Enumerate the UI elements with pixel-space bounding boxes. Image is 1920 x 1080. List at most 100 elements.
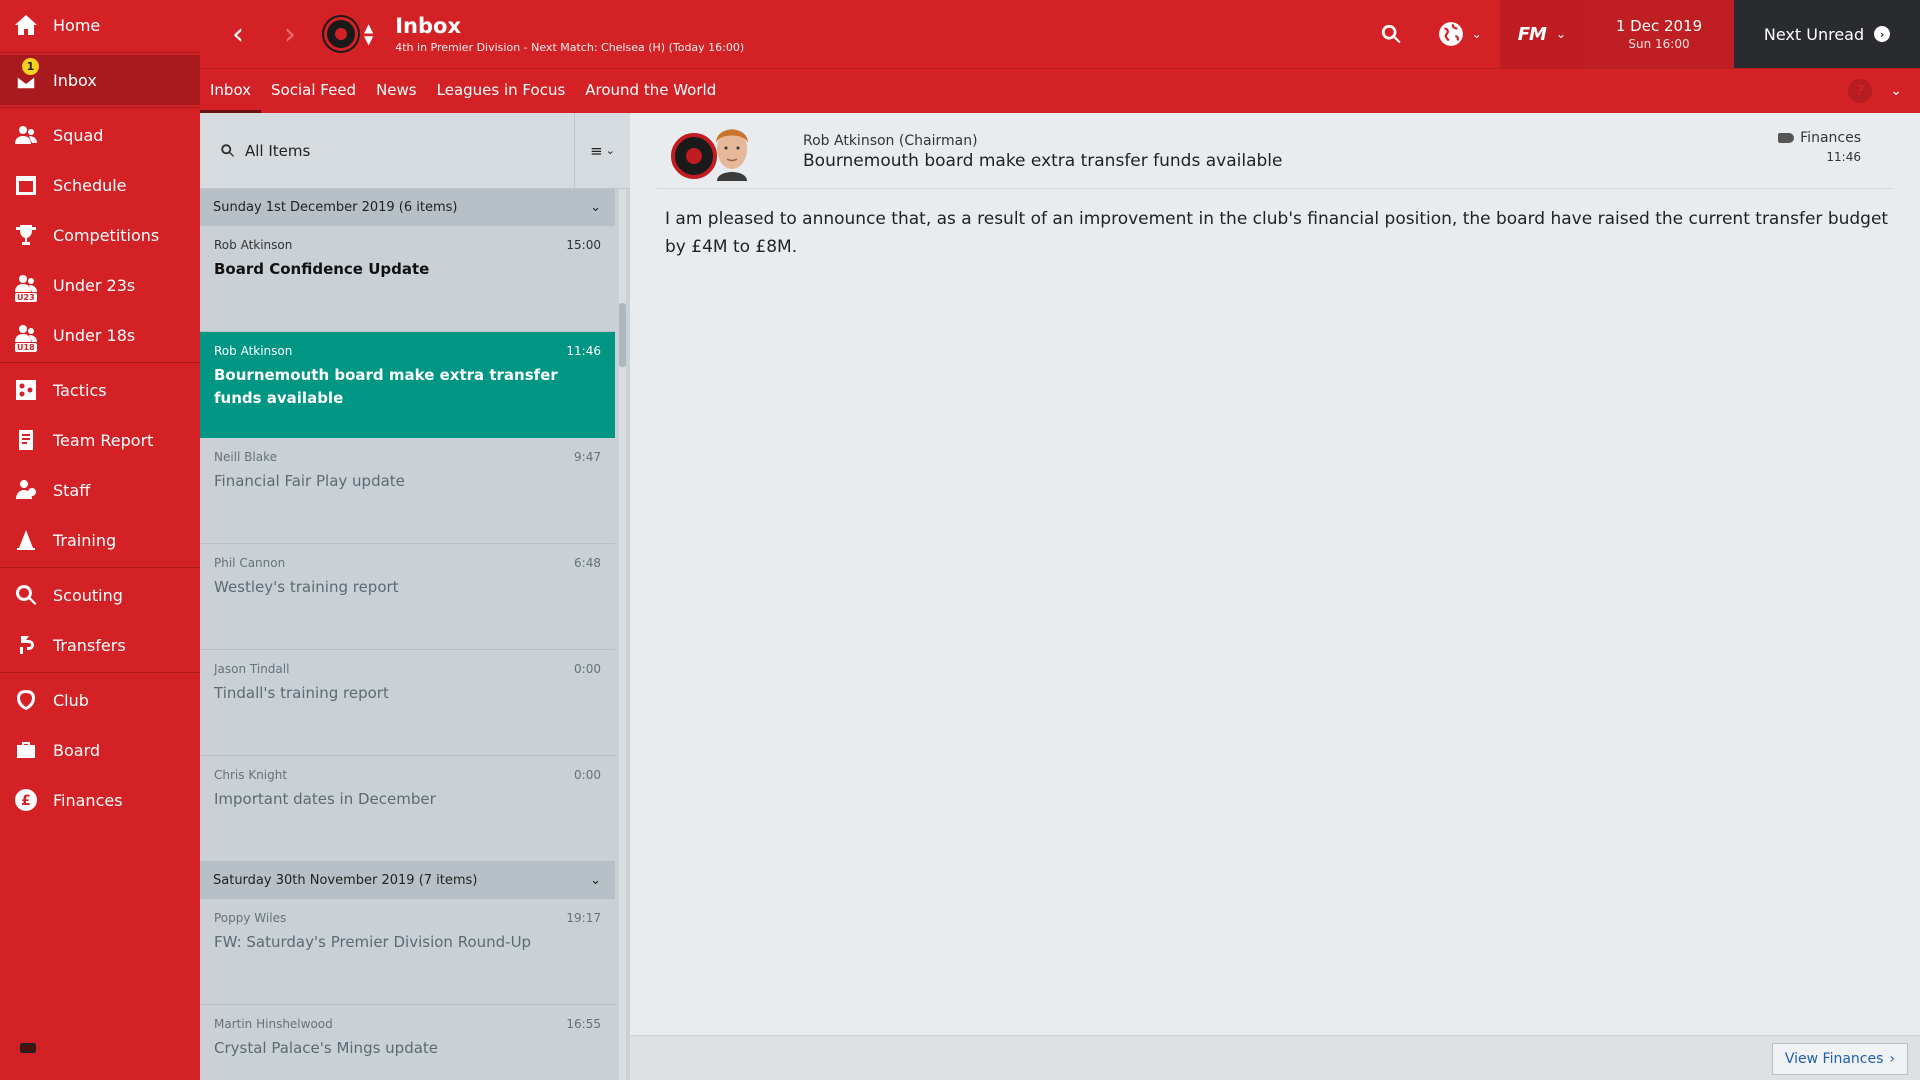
sidebar-item-club[interactable]: Club bbox=[0, 675, 200, 725]
u23-tag: U23 bbox=[15, 293, 37, 302]
sidebar-item-label: Schedule bbox=[53, 175, 127, 195]
help-icon[interactable]: ? bbox=[1848, 79, 1873, 103]
tab-news[interactable]: News bbox=[366, 69, 427, 113]
divider bbox=[0, 567, 200, 568]
list-item-selected[interactable]: Rob Atkinson 11:46 Bournemouth board make… bbox=[200, 332, 615, 438]
tab-around-the-world[interactable]: Around the World bbox=[575, 69, 726, 113]
message-subject: Tindall's training report bbox=[214, 684, 389, 702]
sidebar-item-scouting[interactable]: Scouting bbox=[0, 570, 200, 620]
fm-menu-button[interactable]: FM ⌄ bbox=[1499, 0, 1584, 68]
tactics-icon bbox=[12, 376, 40, 404]
list-item[interactable]: Chris Knight 0:00 Important dates in Dece… bbox=[200, 756, 615, 862]
sidebar-item-squad[interactable]: Squad bbox=[0, 110, 200, 160]
date-group-header[interactable]: Saturday 30th November 2019 (7 items) ⌄ bbox=[200, 862, 615, 899]
fm-logo: FM bbox=[1517, 23, 1547, 45]
divider bbox=[0, 52, 200, 53]
report-icon bbox=[12, 426, 40, 454]
sidebar-item-label: Under 18s bbox=[53, 325, 136, 345]
next-unread-button[interactable]: Next Unread › bbox=[1734, 0, 1920, 68]
sidebar-item-finances[interactable]: £ Finances bbox=[0, 775, 200, 825]
world-menu-button[interactable]: ⌄ bbox=[1420, 0, 1500, 68]
group-title: Sunday 1st December 2019 (6 items) bbox=[213, 200, 458, 215]
tab-inbox[interactable]: Inbox bbox=[200, 69, 262, 113]
message-sender: Rob Atkinson bbox=[214, 238, 293, 252]
club-logo[interactable] bbox=[324, 17, 358, 51]
sidebar-item-tactics[interactable]: Tactics bbox=[0, 365, 200, 415]
cone-icon bbox=[12, 526, 40, 554]
sidebar-item-under-18s[interactable]: U18 Under 18s bbox=[0, 310, 200, 360]
message-subject: Westley's training report bbox=[214, 578, 399, 596]
chevron-down-icon: ⌄ bbox=[590, 873, 601, 888]
message-time: 6:48 bbox=[574, 556, 601, 570]
sidebar-item-training[interactable]: Training bbox=[0, 515, 200, 565]
message-time: 11:46 bbox=[566, 344, 601, 358]
page-subtitle: 4th in Premier Division - Next Match: Ch… bbox=[395, 41, 745, 54]
squad-icon: U18 bbox=[12, 321, 40, 352]
sidebar-item-label: Home bbox=[53, 15, 101, 35]
divider bbox=[0, 107, 200, 108]
message-sender: Martin Hinshelwood bbox=[214, 1017, 333, 1031]
scrollbar-thumb[interactable] bbox=[619, 303, 626, 367]
sender-name[interactable]: Rob Atkinson bbox=[803, 133, 894, 149]
message-sender: Chris Knight bbox=[214, 768, 288, 782]
forward-button[interactable]: › bbox=[270, 14, 310, 54]
list-scrollbar[interactable] bbox=[619, 189, 626, 1080]
back-button[interactable]: ‹ bbox=[218, 14, 258, 54]
list-item[interactable]: Rob Atkinson 15:00 Board Confidence Updat… bbox=[200, 226, 615, 332]
sidebar-item-label: Squad bbox=[53, 125, 104, 145]
sidebar-item-transfers[interactable]: Transfers bbox=[0, 620, 200, 670]
sidebar-item-label: Tactics bbox=[53, 380, 107, 400]
date-group-header[interactable]: Sunday 1st December 2019 (6 items) ⌄ bbox=[200, 189, 615, 226]
sidebar-item-label: Transfers bbox=[53, 635, 126, 655]
sidebar-item-home[interactable]: Home bbox=[0, 0, 200, 50]
sidebar-item-staff[interactable]: Staff bbox=[0, 465, 200, 515]
category-tag[interactable]: Finances bbox=[1778, 130, 1861, 146]
squad-icon: U23 bbox=[12, 271, 40, 302]
svg-text:£: £ bbox=[21, 793, 31, 809]
sidebar-item-competitions[interactable]: Competitions bbox=[0, 210, 200, 260]
message-time: 11:46 bbox=[1826, 150, 1861, 164]
message-header: Rob Atkinson (Chairman) Bournemouth boar… bbox=[657, 113, 1893, 189]
top-bar: ‹ › ▲ ▼ Inbox 4th in Premier Division - N… bbox=[200, 0, 1920, 68]
divider bbox=[0, 362, 200, 363]
list-item[interactable]: Jason Tindall 0:00 Tindall's training rep… bbox=[200, 650, 615, 756]
trophy-icon bbox=[12, 221, 40, 249]
sidebar-item-board[interactable]: Board bbox=[0, 725, 200, 775]
message-subject: Important dates in December bbox=[214, 790, 436, 808]
list-item[interactable]: Neill Blake 9:47 Financial Fair Play upda… bbox=[200, 438, 615, 544]
message-sender: Poppy Wiles bbox=[214, 911, 287, 925]
message-time: 19:17 bbox=[566, 911, 601, 925]
message-time: 0:00 bbox=[574, 768, 601, 782]
page-title: Inbox bbox=[395, 14, 462, 38]
list-item[interactable]: Poppy Wiles 19:17 FW: Saturday's Premier … bbox=[200, 899, 615, 1005]
sidebar-item-inbox[interactable]: 1 Inbox bbox=[0, 55, 200, 105]
search-button[interactable] bbox=[1362, 0, 1420, 68]
tab-social-feed[interactable]: Social Feed bbox=[261, 69, 366, 113]
view-finances-button[interactable]: View Finances › bbox=[1771, 1043, 1908, 1075]
chevron-down-icon[interactable]: ⌄ bbox=[1890, 83, 1902, 99]
date-display[interactable]: 1 Dec 2019 Sun 16:00 bbox=[1584, 0, 1734, 68]
chevron-right-icon: › bbox=[1889, 1051, 1895, 1067]
search-icon bbox=[12, 581, 40, 609]
arrow-right-icon: › bbox=[1874, 26, 1891, 42]
filter-search[interactable]: All Items bbox=[200, 113, 574, 188]
home-icon bbox=[12, 11, 40, 39]
calendar-icon bbox=[12, 171, 40, 199]
sidebar-item-under-23s[interactable]: U23 Under 23s bbox=[0, 260, 200, 310]
sidebar-item-label: Scouting bbox=[53, 585, 123, 605]
divider bbox=[0, 672, 200, 673]
tab-leagues-in-focus[interactable]: Leagues in Focus bbox=[427, 69, 576, 113]
club-switcher[interactable]: ▲ ▼ bbox=[364, 22, 373, 46]
sidebar-item-label: Training bbox=[53, 530, 117, 550]
list-options-button[interactable]: ≡ ⌄ bbox=[574, 113, 630, 188]
sidebar-item-label: Board bbox=[53, 740, 101, 760]
sidebar-item-schedule[interactable]: Schedule bbox=[0, 160, 200, 210]
list-item[interactable]: Martin Hinshelwood 16:55 Crystal Palace's… bbox=[200, 1005, 615, 1080]
list-item[interactable]: Phil Cannon 6:48 Westley's training repor… bbox=[200, 544, 615, 650]
message-sender: Jason Tindall bbox=[214, 662, 290, 676]
message-view: Rob Atkinson (Chairman) Bournemouth boar… bbox=[630, 113, 1920, 1080]
sidebar-item-team-report[interactable]: Team Report bbox=[0, 415, 200, 465]
sidebar-item-label: Staff bbox=[53, 480, 91, 500]
current-time: Sun 16:00 bbox=[1628, 37, 1690, 51]
sidebar-item-label: Inbox bbox=[53, 70, 97, 90]
